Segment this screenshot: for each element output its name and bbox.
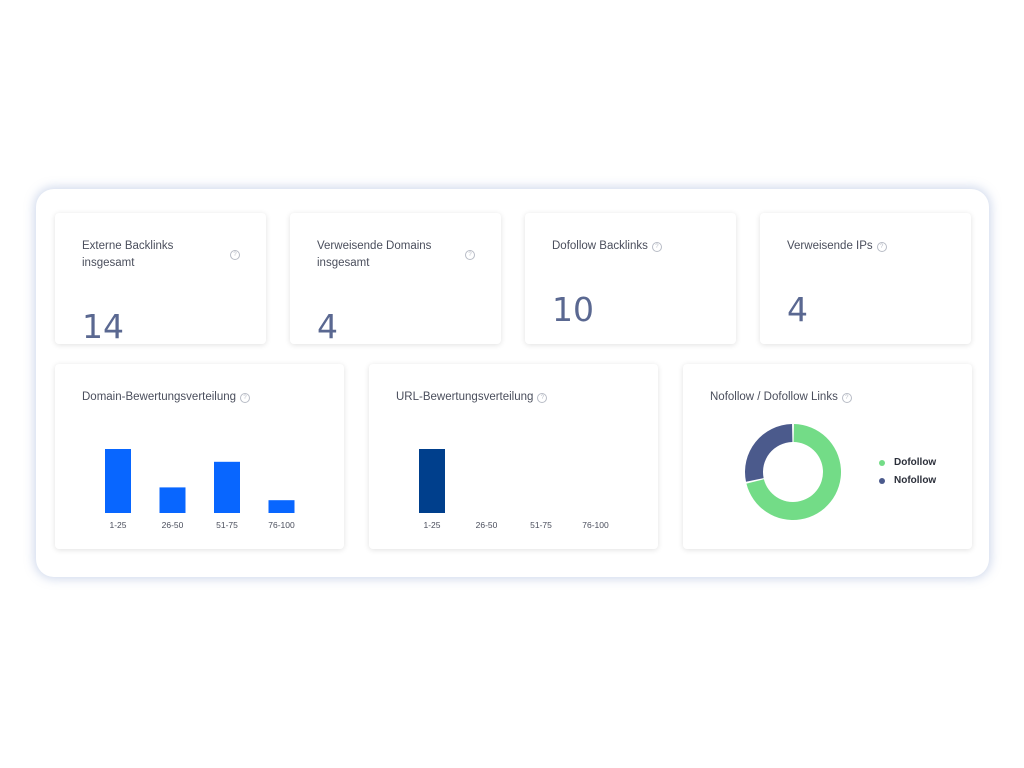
stat-value: 10	[552, 290, 594, 329]
chart-card-domain-rating: Domain-Bewertungsverteilung? 1-25 26-50 51…	[55, 364, 344, 549]
stat-title: Externe Backlinks insgesamt	[82, 240, 174, 269]
info-icon[interactable]: ?	[841, 393, 852, 403]
backlink-overview-panel: Externe Backlinks insgesamt ? 14 Verweis…	[36, 189, 989, 577]
x-tick-label: 1-25	[423, 520, 440, 530]
legend-item-nofollow[interactable]: Nofollow	[879, 472, 936, 490]
x-tick-label: 1-25	[109, 520, 126, 530]
legend-label: Dofollow	[894, 457, 937, 468]
legend-dot	[879, 460, 885, 466]
stat-card-external-backlinks: Externe Backlinks insgesamt ? 14	[55, 213, 266, 346]
info-icon[interactable]: ?	[230, 250, 240, 260]
x-tick-label: 76-100	[268, 520, 295, 530]
bar-26-50[interactable]	[159, 487, 186, 513]
x-tick-label: 26-50	[162, 520, 184, 530]
follow-links-donut-chart	[745, 424, 841, 520]
bar-1-25[interactable]	[419, 449, 445, 513]
legend-dot	[879, 478, 885, 484]
chart-legend: Dofollow Nofollow	[879, 454, 936, 490]
info-icon[interactable]: ?	[876, 242, 887, 252]
chart-card-follow-links: Nofollow / Dofollow Links? Dofollow Nofo…	[683, 364, 972, 549]
x-tick-label: 76-100	[582, 520, 609, 530]
domain-rating-bar-chart: 1-25 26-50 51-75 76-100	[105, 449, 295, 530]
bar-51-75[interactable]	[214, 461, 240, 513]
stat-title: Verweisende IPs	[787, 240, 873, 252]
legend-item-dofollow[interactable]: Dofollow	[879, 454, 936, 472]
stat-value: 4	[787, 290, 808, 329]
stat-value: 14	[82, 307, 124, 346]
chart-title: Nofollow / Dofollow Links	[710, 391, 838, 403]
stat-value: 4	[317, 307, 338, 346]
x-tick-label: 26-50	[476, 520, 498, 530]
x-tick-label: 51-75	[216, 520, 238, 530]
stat-card-referring-ips: Verweisende IPs? 4	[760, 213, 971, 344]
stat-title: Dofollow Backlinks	[552, 240, 648, 252]
url-rating-bar-chart: 1-25 26-50 51-75 76-100	[419, 449, 609, 530]
stat-card-dofollow-backlinks: Dofollow Backlinks? 10	[525, 213, 736, 344]
x-tick-label: 51-75	[530, 520, 552, 530]
stat-card-referring-domains: Verweisende Domains insgesamt ? 4	[290, 213, 501, 346]
info-icon[interactable]: ?	[465, 250, 475, 260]
stat-title: Verweisende Domains insgesamt	[317, 240, 432, 269]
slice-nofollow[interactable]	[745, 424, 793, 482]
bar-1-25[interactable]	[105, 449, 131, 513]
bar-76-100[interactable]	[268, 500, 295, 513]
chart-card-url-rating: URL-Bewertungsverteilung? 1-25 26-50 51-75…	[369, 364, 658, 549]
info-icon[interactable]: ?	[651, 242, 662, 252]
legend-label: Nofollow	[894, 475, 937, 486]
